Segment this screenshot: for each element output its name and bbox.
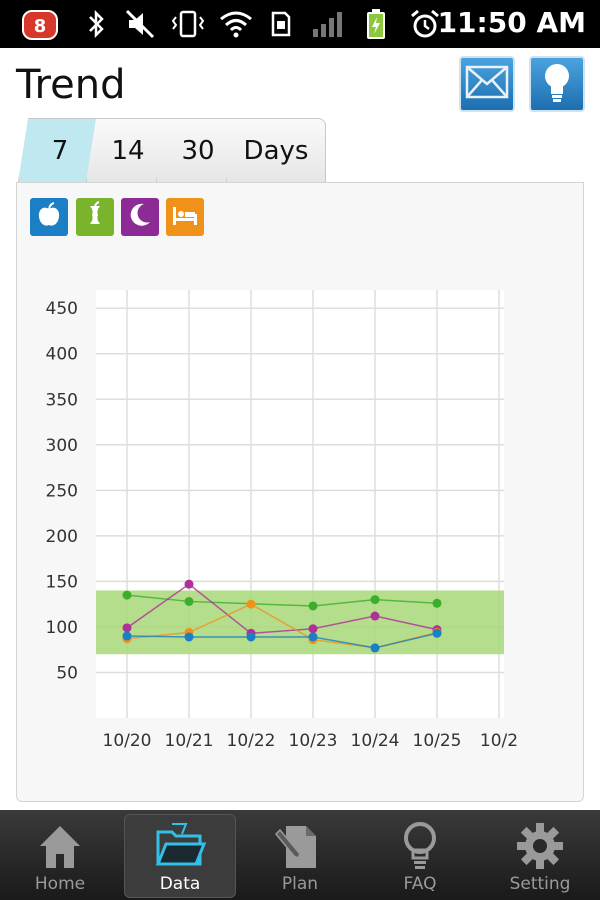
- tab-label: 30: [181, 135, 215, 166]
- wifi-icon: [218, 8, 254, 40]
- battery-charging-icon: [362, 8, 390, 40]
- status-bar: 8 11:50 AM: [0, 0, 600, 48]
- nav-label: Data: [159, 874, 201, 894]
- nav-label: FAQ: [403, 874, 437, 894]
- tab-30-days[interactable]: 30: [156, 118, 240, 182]
- clock-time: 11:50 AM: [437, 6, 586, 39]
- tab-14-days[interactable]: 14: [86, 118, 170, 182]
- notification-badge[interactable]: 8: [22, 10, 58, 40]
- legend-moon[interactable]: [121, 198, 159, 236]
- nav-label: Setting: [509, 874, 571, 894]
- home-icon: [34, 814, 86, 877]
- document-pen-icon: [274, 814, 326, 877]
- tips-button[interactable]: [529, 56, 585, 112]
- apple-core-icon: [81, 201, 109, 233]
- moon-icon: [126, 201, 154, 233]
- bottom-navigation: Home Data Plan FAQ Setting: [0, 810, 600, 900]
- nav-label: Home: [34, 874, 86, 894]
- mute-icon: [124, 8, 158, 40]
- apple-icon: [35, 201, 63, 233]
- signal-strength-icon: [310, 8, 346, 40]
- page-title: Trend: [16, 62, 126, 108]
- gear-icon: [514, 814, 566, 877]
- nav-label: Plan: [281, 874, 319, 894]
- sim-card-icon: [268, 8, 294, 40]
- email-button[interactable]: [459, 56, 515, 112]
- tab-label: 7: [51, 135, 69, 166]
- nav-faq[interactable]: FAQ: [364, 814, 476, 898]
- bed-icon: [170, 201, 200, 233]
- lightbulb-icon: [394, 814, 446, 877]
- tab-label: 14: [111, 135, 145, 166]
- legend-bed[interactable]: [166, 198, 204, 236]
- vibrate-icon: [170, 8, 206, 40]
- nav-data[interactable]: Data: [124, 814, 236, 898]
- lightbulb-icon: [540, 61, 574, 107]
- folder-icon: [152, 814, 208, 877]
- days-label-tab: Days: [226, 118, 326, 182]
- envelope-icon: [465, 65, 509, 103]
- legend-apple[interactable]: [30, 198, 68, 236]
- days-label: Days: [243, 135, 309, 166]
- nav-home[interactable]: Home: [4, 814, 116, 898]
- nav-setting[interactable]: Setting: [484, 814, 596, 898]
- legend-apple-core[interactable]: [76, 198, 114, 236]
- nav-plan[interactable]: Plan: [244, 814, 356, 898]
- bluetooth-icon: [84, 8, 108, 40]
- trend-panel: [16, 182, 584, 802]
